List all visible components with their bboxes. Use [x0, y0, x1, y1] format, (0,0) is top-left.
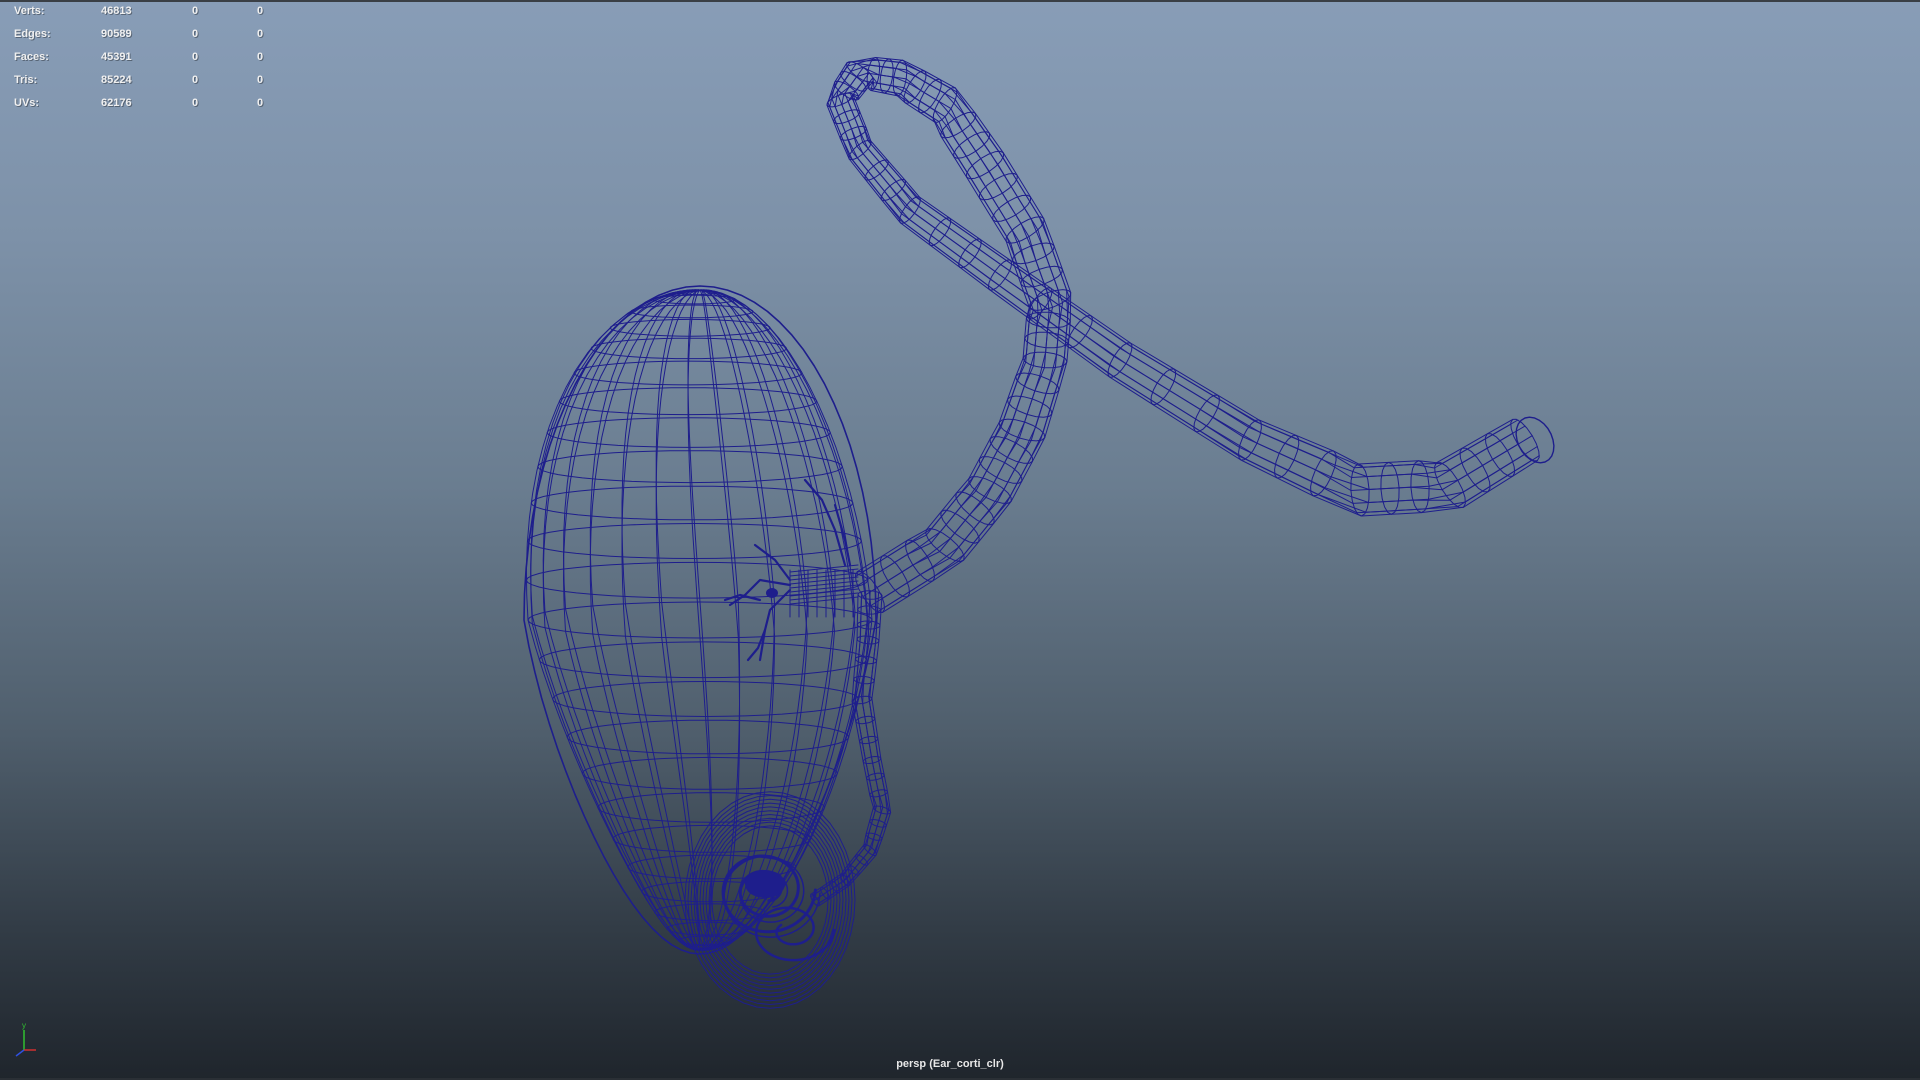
connector-line — [789, 596, 859, 605]
connector-line — [789, 576, 859, 585]
hud-label: Verts: — [14, 5, 45, 17]
hud-count: 45391 — [101, 51, 132, 63]
canal-tube-edge — [829, 58, 1540, 608]
hud-extra-count: 0 — [257, 5, 264, 17]
hud-label: UVs: — [14, 97, 40, 109]
branch-node — [766, 588, 778, 598]
z-axis-line — [15, 1049, 25, 1057]
hud-selected-count: 0 — [192, 51, 199, 63]
canal-tube-edge — [837, 66, 1519, 597]
canal-tube-edge — [847, 80, 1526, 579]
canal-tube-edge — [831, 62, 1526, 607]
hud-count: 46813 — [101, 5, 132, 17]
camera-name-label: persp (Ear_corti_clr) — [896, 1058, 1004, 1070]
hud-count: 90589 — [101, 28, 132, 40]
coil-node — [745, 870, 785, 898]
axis-gizmo-icon: y — [15, 1021, 36, 1057]
hud-selected-count: 0 — [192, 97, 199, 109]
canal-tube-edge — [844, 72, 1514, 587]
connector-line — [789, 580, 859, 589]
connector-line — [789, 572, 859, 581]
hud-label: Edges: — [14, 28, 51, 40]
hud-label: Tris: — [14, 74, 38, 86]
nerve-branch — [758, 588, 792, 662]
perspective-viewport[interactable]: Verts: 46813 0 0 Edges: 90589 0 0 Faces:… — [0, 0, 1920, 1080]
canal-tube-edge — [852, 80, 1514, 573]
hud-selected-count: 0 — [192, 74, 199, 86]
hud-selected-count: 0 — [192, 5, 199, 17]
sac-longitude-line — [589, 289, 701, 951]
hud-extra-count: 0 — [257, 28, 264, 40]
wireframe-mesh[interactable] — [0, 0, 1920, 1080]
hud-count: 85224 — [101, 74, 132, 86]
hud-label: Faces: — [14, 51, 49, 63]
hud-count: 62176 — [101, 97, 132, 109]
hud-extra-count: 0 — [257, 51, 264, 63]
nerve-branch — [728, 578, 792, 607]
y-axis-label: y — [22, 1021, 26, 1030]
hud-extra-count: 0 — [257, 97, 264, 109]
hud-selected-count: 0 — [192, 28, 199, 40]
connector-line — [789, 588, 859, 597]
hud-extra-count: 0 — [257, 74, 264, 86]
